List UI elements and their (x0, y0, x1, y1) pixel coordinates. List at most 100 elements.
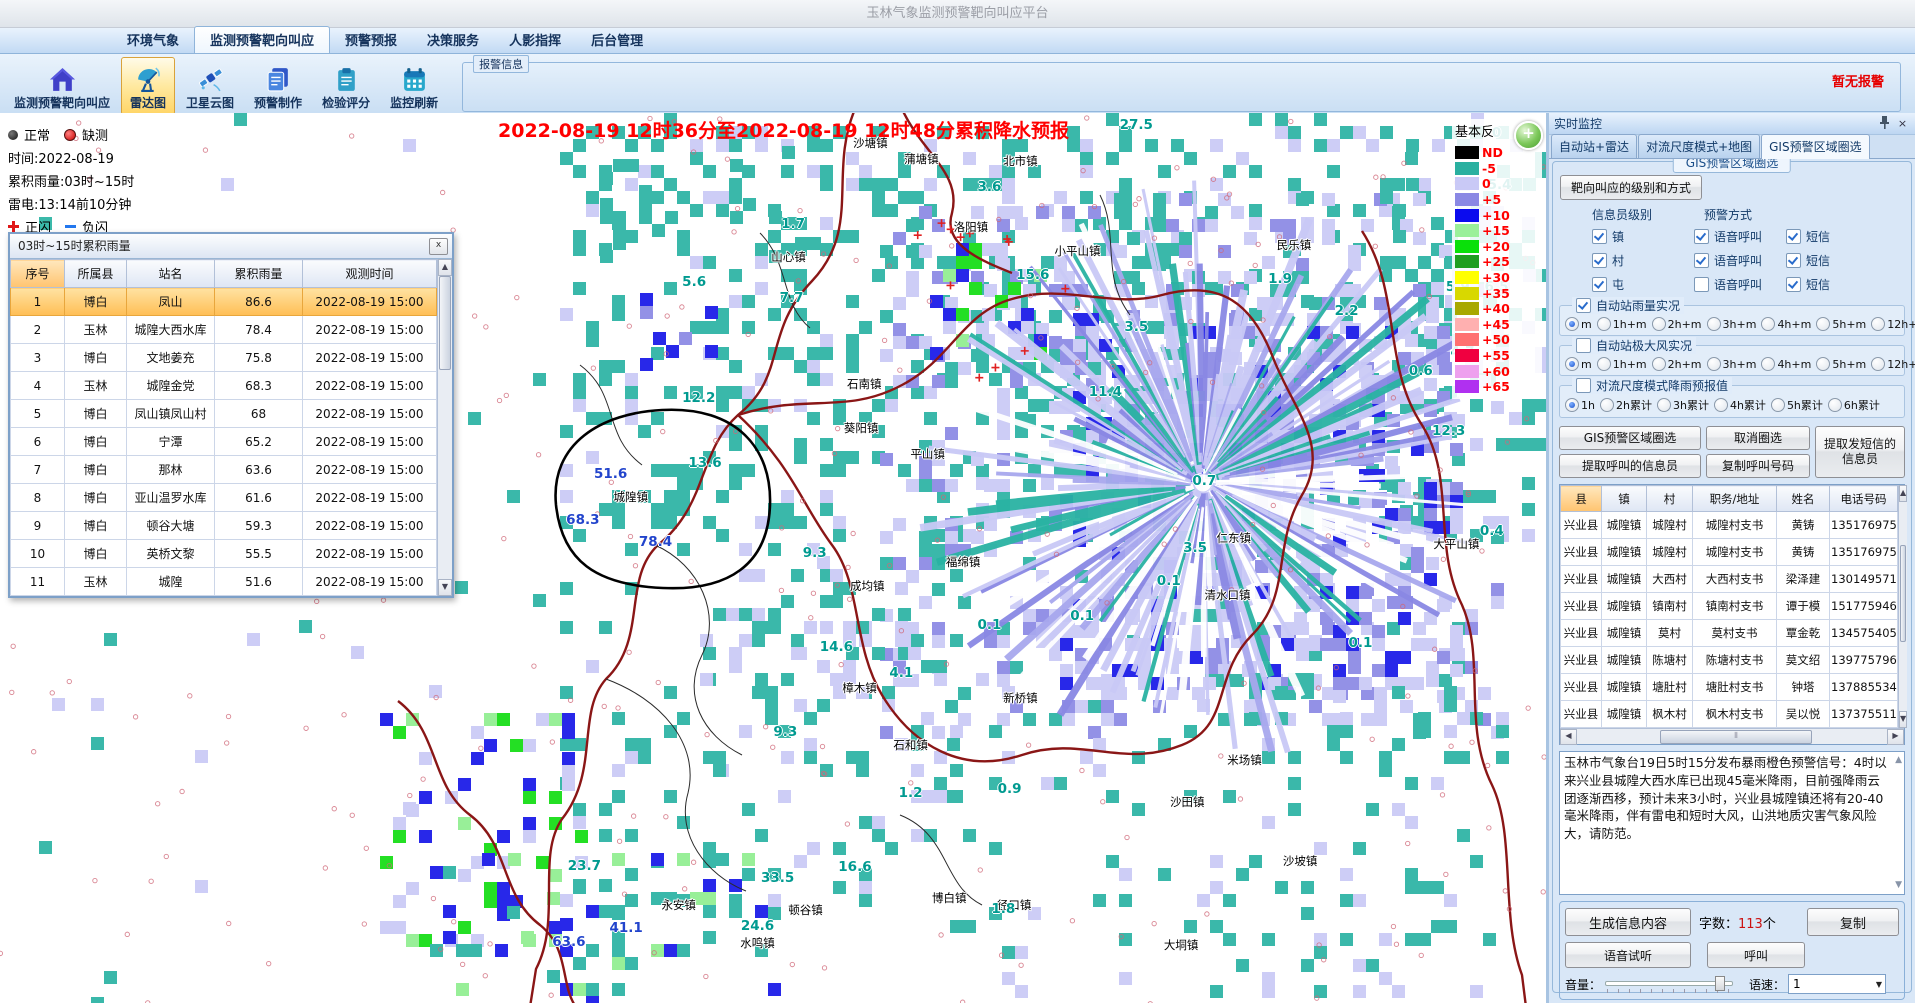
radio-option-3h+m[interactable]: 3h+m (1707, 357, 1757, 371)
contact-col-header[interactable]: 电话号码 (1830, 486, 1898, 512)
rain-table-row[interactable]: 2玉林城隍大西水库78.42022-08-19 15:00 (11, 316, 437, 344)
contact-col-header[interactable]: 县 (1561, 486, 1602, 512)
contact-table-row[interactable]: 兴业县城隍镇大西村大西村支书梁泽建130149571 (1561, 566, 1898, 593)
radio-icon[interactable] (1816, 357, 1830, 371)
menu-item-2[interactable]: 监测预警靶向叫应 (194, 26, 330, 53)
radio-option-3h累计[interactable]: 3h累计 (1657, 397, 1709, 413)
radio-option-6h累计[interactable]: 6h累计 (1828, 397, 1880, 413)
toolbar-button-satellite[interactable]: 卫星云图 (177, 57, 243, 115)
contact-hscrollbar[interactable]: ◀ ⦀ ▶ (1560, 728, 1904, 744)
voice-call-checkbox[interactable] (1694, 229, 1709, 244)
radio-icon[interactable] (1707, 317, 1721, 331)
menu-item-1[interactable]: 环境气象 (112, 27, 194, 53)
rain-table-scrollbar[interactable]: ▲ ▼ (437, 259, 452, 596)
rain-table-row[interactable]: 8博白亚山温罗水库61.62022-08-19 15:00 (11, 484, 437, 512)
radio-icon[interactable] (1828, 398, 1842, 412)
cancel-select-button[interactable]: 取消圈选 (1706, 426, 1810, 450)
scroll-down-icon[interactable]: ▼ (1899, 711, 1907, 728)
contact-table-row[interactable]: 兴业县城隍镇陈塘村陈塘村支书莫文绍139775796 (1561, 647, 1898, 674)
radio-icon[interactable] (1565, 398, 1579, 412)
contact-table-row[interactable]: 兴业县城隍镇莫村莫村支书覃金乾134575405 (1561, 620, 1898, 647)
radio-option-1h+m[interactable]: 1h+m (1597, 357, 1647, 371)
toolbar-button-home[interactable]: 监测预警靶向叫应 (5, 57, 119, 115)
radio-option-2h+m[interactable]: 2h+m (1652, 357, 1702, 371)
scroll-down-icon[interactable]: ▼ (438, 579, 452, 596)
contact-table-row[interactable]: 兴业县城隍镇枫木村枫木村支书吴以悦137375511 (1561, 701, 1898, 728)
menu-item-3[interactable]: 预警预报 (330, 27, 412, 53)
radio-option-12h+m[interactable]: 12h+m (1871, 317, 1915, 331)
radio-option-m[interactable]: m (1565, 357, 1592, 371)
radio-icon[interactable] (1565, 317, 1579, 331)
menu-item-6[interactable]: 后台管理 (576, 27, 658, 53)
hscrollbar-thumb[interactable]: ⦀ (1660, 730, 1812, 744)
contact-table-row[interactable]: 兴业县城隍镇城隍村城隍村支书黄铸135176975 (1561, 512, 1898, 539)
radio-option-4h+m[interactable]: 4h+m (1761, 317, 1811, 331)
contact-col-header[interactable]: 村 (1647, 486, 1693, 512)
voice-call-checkbox[interactable] (1694, 277, 1709, 292)
sms-checkbox[interactable] (1786, 229, 1801, 244)
tts-preview-button[interactable]: 语音试听 (1565, 942, 1691, 968)
extract-sms-informers-button[interactable]: 提取发短信的信息员 (1815, 426, 1905, 478)
map-zoom-in-button[interactable]: + (1514, 121, 1543, 150)
rain-table-titlebar[interactable]: 03时~15时累积雨量 x (10, 234, 452, 259)
sms-checkbox[interactable] (1786, 277, 1801, 292)
slider-thumb[interactable] (1715, 976, 1725, 991)
radio-option-5h+m[interactable]: 5h+m (1816, 317, 1866, 331)
radio-option-5h累计[interactable]: 5h累计 (1771, 397, 1823, 413)
radio-icon[interactable] (1707, 357, 1721, 371)
copy-call-number-button[interactable]: 复制呼叫号码 (1706, 454, 1810, 478)
radio-option-12h+m[interactable]: 12h+m (1871, 357, 1915, 371)
extract-call-informers-button[interactable]: 提取呼叫的信息员 (1559, 454, 1701, 478)
radio-option-m[interactable]: m (1565, 317, 1592, 331)
toolbar-button-clipboard[interactable]: 检验评分 (313, 57, 379, 115)
call-level-mode-button[interactable]: 靶向叫应的级别和方式 (1560, 175, 1702, 200)
radio-icon[interactable] (1771, 398, 1785, 412)
level-checkbox[interactable] (1592, 253, 1607, 268)
radio-icon[interactable] (1597, 357, 1611, 371)
radio-option-4h+m[interactable]: 4h+m (1761, 357, 1811, 371)
radar-map[interactable]: 2022-08-19 12时36分至2022-08-19 12时48分累积降水预… (0, 113, 1546, 1003)
contact-scrollbar[interactable]: ▲ ▼ (1898, 485, 1907, 728)
toolbar-button-warning-doc[interactable]: 预警制作 (245, 57, 311, 115)
rain-table-row[interactable]: 3博白文地姜充75.82022-08-19 15:00 (11, 344, 437, 372)
rain-table-row[interactable]: 9博白顿谷大塘59.32022-08-19 15:00 (11, 512, 437, 540)
radio-icon[interactable] (1761, 317, 1775, 331)
contact-col-header[interactable]: 职务/地址 (1693, 486, 1777, 512)
radio-icon[interactable] (1565, 357, 1579, 371)
radio-option-5h+m[interactable]: 5h+m (1816, 357, 1866, 371)
scroll-right-icon[interactable]: ▶ (1887, 729, 1904, 745)
scroll-up-icon[interactable]: ▲ (438, 259, 452, 276)
gis-select-button[interactable]: GIS预警区域圈选 (1559, 426, 1701, 450)
generate-message-button[interactable]: 生成信息内容 (1565, 908, 1691, 936)
level-checkbox[interactable] (1592, 277, 1607, 292)
radio-option-1h+m[interactable]: 1h+m (1597, 317, 1647, 331)
radio-icon[interactable] (1871, 357, 1885, 371)
radio-icon[interactable] (1652, 317, 1666, 331)
radio-icon[interactable] (1871, 317, 1885, 331)
radio-icon[interactable] (1761, 357, 1775, 371)
rain-table-row[interactable]: 4玉林城隍金党68.32022-08-19 15:00 (11, 372, 437, 400)
voice-call-checkbox[interactable] (1694, 253, 1709, 268)
rain-col-header[interactable]: 所属县 (65, 260, 127, 288)
rain-col-header[interactable]: 观测时间 (303, 260, 437, 288)
rain-table-row[interactable]: 10博白英桥文黎55.52022-08-19 15:00 (11, 540, 437, 568)
menu-item-5[interactable]: 人影指挥 (494, 27, 576, 53)
scroll-up-icon[interactable]: ▲ (1895, 754, 1902, 767)
sms-checkbox[interactable] (1786, 253, 1801, 268)
radio-option-1h[interactable]: 1h (1565, 398, 1595, 412)
tab-3[interactable]: GIS预警区域圈选 (1761, 134, 1869, 159)
radio-option-4h累计[interactable]: 4h累计 (1714, 397, 1766, 413)
pin-icon[interactable] (1877, 116, 1892, 131)
rain-col-header[interactable]: 站名 (127, 260, 215, 288)
radio-icon[interactable] (1652, 357, 1666, 371)
auto-rain-checkbox[interactable] (1576, 298, 1591, 313)
scrollbar-thumb[interactable] (439, 276, 451, 370)
scrollbar-thumb[interactable] (1900, 545, 1906, 642)
rain-table-row[interactable]: 7博白那林63.62022-08-19 15:00 (11, 456, 437, 484)
close-icon[interactable]: x (429, 238, 448, 255)
level-checkbox[interactable] (1592, 229, 1607, 244)
tab-2[interactable]: 对流尺度模式+地图 (1638, 134, 1760, 158)
contact-col-header[interactable]: 姓名 (1777, 486, 1830, 512)
contact-table-row[interactable]: 兴业县城隍镇镇南村镇南村支书谭于模151775946 (1561, 593, 1898, 620)
rain-col-header[interactable]: 序号 (11, 260, 65, 288)
